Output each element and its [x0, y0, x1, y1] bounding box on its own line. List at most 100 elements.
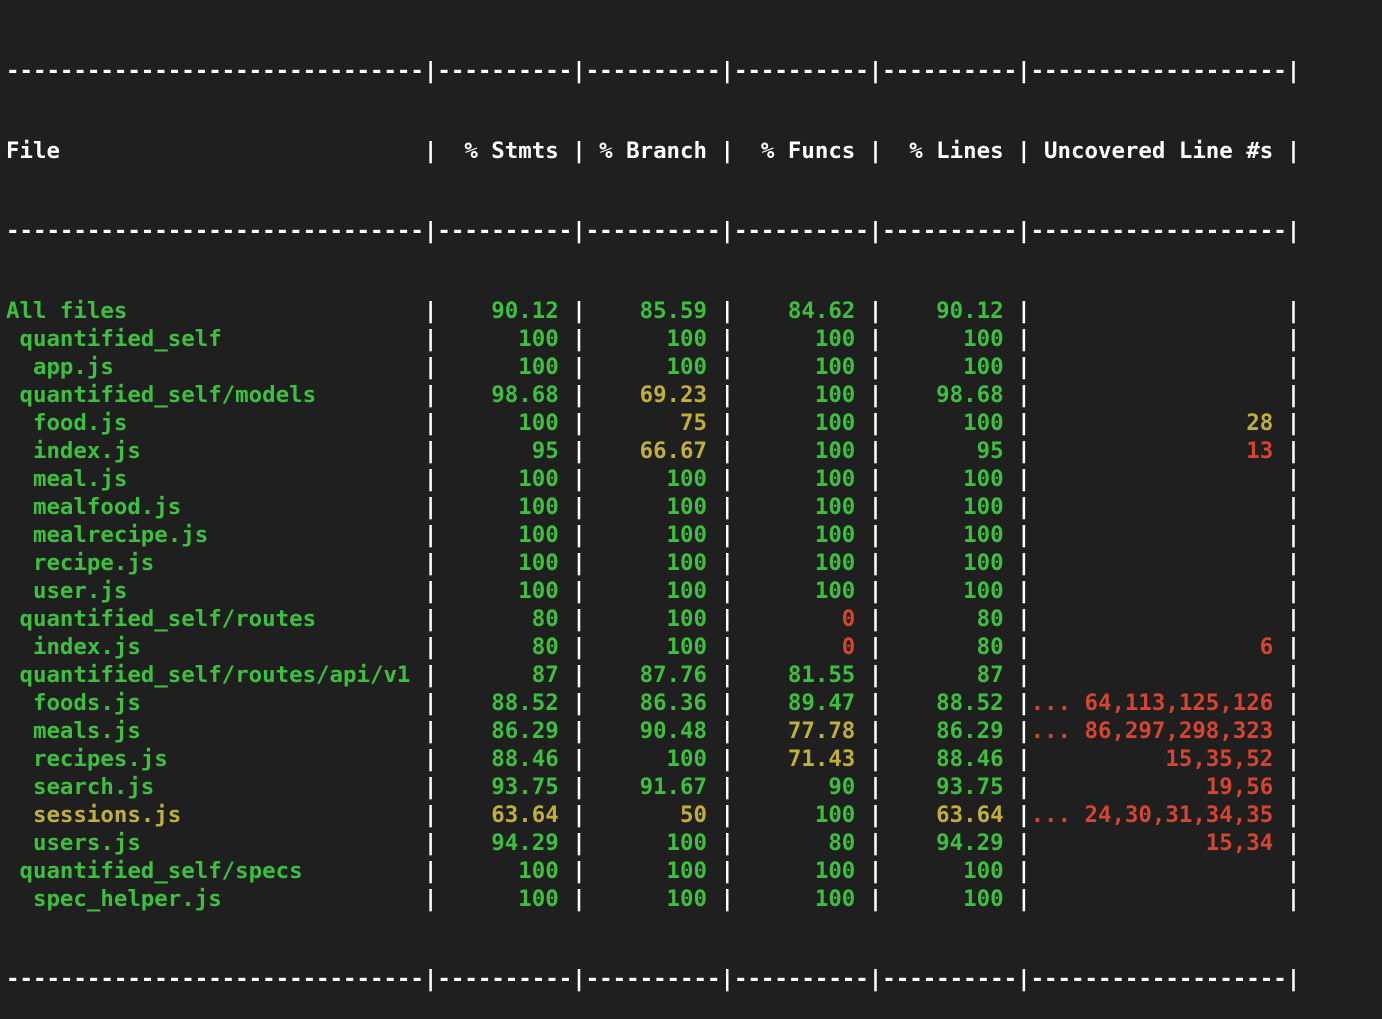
column-separator: | [720, 886, 734, 912]
column-separator: | [720, 298, 734, 324]
table-row: index.js | 95 | 66.67 | 100 | 95 | 13 | [6, 437, 1300, 465]
cell-lines: 93.75 [882, 774, 1018, 800]
cell-lines: 80 [882, 606, 1018, 632]
cell-file: food.js [6, 410, 424, 436]
column-separator: | [423, 802, 438, 828]
cell-uncovered [1031, 382, 1287, 408]
table-body: All files | 90.12 | 85.59 | 84.62 | 90.1… [6, 297, 1300, 913]
column-separator: | [868, 718, 883, 744]
column-separator: | [423, 354, 438, 380]
table-row: All files | 90.12 | 85.59 | 84.62 | 90.1… [6, 297, 1300, 325]
cell-stmts: 80 [437, 634, 573, 660]
cell-file: quantified_self [6, 326, 424, 352]
cell-uncovered [1031, 662, 1287, 688]
border-dashes: ------------------- [1030, 218, 1287, 244]
cell-file: mealfood.js [6, 494, 424, 520]
cell-lines: 94.29 [882, 830, 1018, 856]
border-dashes: ---------- [882, 218, 1018, 244]
cell-lines: 100 [882, 578, 1018, 604]
cell-funcs: 100 [733, 354, 869, 380]
cell-lines: 100 [882, 858, 1018, 884]
cell-funcs: 90 [733, 774, 869, 800]
cell-funcs: 0 [733, 634, 869, 660]
cell-file: search.js [6, 774, 424, 800]
cell-funcs: 100 [733, 438, 869, 464]
cell-stmts: 90.12 [437, 298, 573, 324]
column-separator: | [423, 830, 438, 856]
column-separator: | [720, 690, 734, 716]
table-row: foods.js | 88.52 | 86.36 | 89.47 | 88.52… [6, 689, 1300, 717]
cell-stmts: 100 [437, 858, 573, 884]
cell-branch: 100 [585, 550, 721, 576]
cell-branch: 100 [585, 522, 721, 548]
column-separator: | [1017, 326, 1031, 352]
cell-uncovered: 19,56 [1030, 774, 1287, 800]
cell-funcs: 100 [733, 382, 869, 408]
cell-lines: 100 [882, 354, 1018, 380]
column-separator: | [1017, 298, 1031, 324]
column-separator: | [1017, 438, 1031, 464]
cell-file: spec_helper.js [6, 886, 424, 912]
column-separator: | [423, 690, 438, 716]
column-separator: | [572, 606, 586, 632]
column-separator: | [423, 774, 438, 800]
column-separator: | [572, 466, 586, 492]
column-separator: | [868, 858, 883, 884]
column-separator: | [720, 966, 734, 992]
column-separator: | [1286, 326, 1301, 352]
border-dashes: ------------------- [1030, 966, 1287, 992]
column-separator: | [1286, 718, 1301, 744]
column-separator: | [1017, 886, 1031, 912]
border-dashes: ---------- [882, 58, 1018, 84]
cell-stmts: 80 [437, 606, 573, 632]
cell-branch: 100 [585, 634, 721, 660]
cell-funcs: 100 [733, 886, 869, 912]
cell-lines: 100 [882, 494, 1018, 520]
cell-uncovered [1031, 550, 1287, 576]
column-separator: | [1017, 662, 1031, 688]
column-separator: | [868, 802, 883, 828]
border-dashes: ---------- [733, 218, 869, 244]
cell-stmts: 100 [437, 550, 573, 576]
cell-branch: 100 [585, 578, 721, 604]
column-separator: | [868, 966, 883, 992]
column-separator: | [868, 522, 883, 548]
table-header-row: File | % Stmts | % Branch | % Funcs | % … [6, 137, 1300, 165]
cell-uncovered [1031, 494, 1287, 520]
column-separator: | [423, 886, 438, 912]
column-separator: | [720, 410, 734, 436]
column-separator: | [572, 218, 586, 244]
column-separator: | [572, 774, 586, 800]
column-separator: | [1017, 354, 1031, 380]
cell-lines: 100 [882, 550, 1018, 576]
column-separator: | [720, 382, 734, 408]
cell-branch: 75 [585, 410, 721, 436]
table-row: quantified_self/routes | 80 | 100 | 0 | … [6, 605, 1300, 633]
column-separator: | [868, 578, 883, 604]
column-separator: | [720, 466, 734, 492]
column-separator: | [1017, 466, 1031, 492]
cell-file: meal.js [6, 466, 424, 492]
cell-lines: 90.12 [882, 298, 1018, 324]
column-separator: | [423, 58, 438, 84]
column-separator: | [720, 858, 734, 884]
cell-branch: 100 [585, 326, 721, 352]
border-dashes: ------------------------------- [6, 966, 424, 992]
column-separator: | [1286, 606, 1301, 632]
column-separator: | [423, 522, 438, 548]
cell-file: app.js [6, 354, 424, 380]
column-separator: | [868, 550, 883, 576]
column-separator: | [423, 138, 438, 164]
column-separator: | [1017, 966, 1031, 992]
cell-stmts: 98.68 [437, 382, 573, 408]
cell-uncovered: 6 [1030, 634, 1287, 660]
cell-lines: 88.52 [882, 690, 1018, 716]
column-separator: | [423, 578, 438, 604]
column-separator: | [720, 218, 734, 244]
cell-funcs: 81.55 [733, 662, 869, 688]
cell-lines: 63.64 [882, 802, 1018, 828]
column-separator: | [868, 354, 883, 380]
column-separator: | [572, 634, 586, 660]
cell-branch: 86.36 [585, 690, 721, 716]
border-dashes: ---------- [585, 966, 721, 992]
